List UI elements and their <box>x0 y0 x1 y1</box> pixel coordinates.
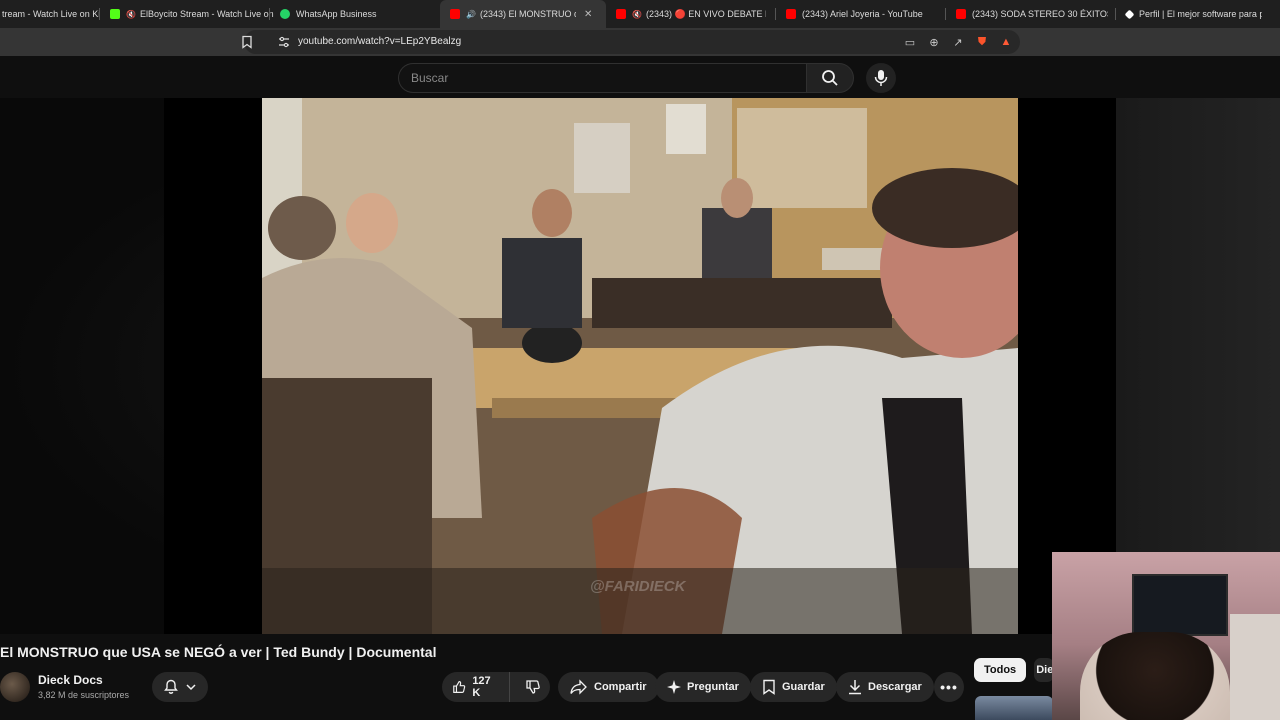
bookmark-icon[interactable] <box>240 35 254 49</box>
tab-youtube-ariel[interactable]: (2343) Ariel Joyeria - YouTube <box>776 0 946 28</box>
related-video-thumbnail[interactable] <box>975 696 1053 720</box>
video-player[interactable]: @FARIDIECK <box>0 98 1116 634</box>
ambient-panel <box>1116 98 1280 552</box>
zoom-icon[interactable]: ⊕ <box>926 34 942 50</box>
notification-bell-button[interactable] <box>152 672 208 702</box>
microphone-icon <box>874 70 888 86</box>
like-button[interactable]: 127 K <box>442 672 510 702</box>
sparkle-icon <box>667 680 681 694</box>
tab-title: Perfil | El mejor software para poten <box>1139 9 1262 19</box>
like-count: 127 K <box>472 675 491 699</box>
channel-name[interactable]: Dieck Docs <box>38 673 103 687</box>
letterbox-left <box>164 98 262 634</box>
video-frame[interactable]: @FARIDIECK <box>262 98 1018 634</box>
chevron-down-icon <box>186 684 196 691</box>
webcam-monitor <box>1132 574 1228 636</box>
url-text[interactable]: youtube.com/watch?v=LEp2YBealzg <box>298 36 461 47</box>
download-button[interactable]: Descargar <box>836 672 934 702</box>
save-label: Guardar <box>782 681 825 693</box>
tab-whatsapp[interactable]: WhatsApp Business <box>270 0 440 28</box>
share-icon[interactable]: ↗ <box>950 34 966 50</box>
audio-playing-icon[interactable]: 🔊 <box>466 10 476 19</box>
video-watermark: @FARIDIECK <box>590 578 686 595</box>
address-bar[interactable]: youtube.com/watch?v=LEp2YBealzg ▭ ⊕ ↗ ⛊ … <box>242 30 1020 54</box>
tab-youtube-soda[interactable]: (2343) SODA STEREO 30 ÉXITOS CLÁ <box>946 0 1116 28</box>
tab-title: (2343) El MONSTRUO que U <box>479 9 576 19</box>
search-input[interactable] <box>399 64 806 92</box>
tab-title: (2343) Ariel Joyeria - YouTube <box>802 9 923 19</box>
download-label: Descargar <box>868 681 922 693</box>
webcam-shelf <box>1230 614 1280 720</box>
ask-label: Preguntar <box>687 681 739 693</box>
youtube-icon <box>786 9 796 19</box>
video-scene <box>262 98 1018 634</box>
address-bar-row: youtube.com/watch?v=LEp2YBealzg ▭ ⊕ ↗ ⛊ … <box>0 28 1280 56</box>
brave-rewards-icon[interactable]: ▲ <box>998 34 1014 50</box>
webcam-overlay <box>1052 552 1280 720</box>
kick-icon <box>110 9 120 19</box>
perfil-icon <box>1124 9 1135 19</box>
close-tab-icon[interactable]: ✕ <box>584 9 592 20</box>
youtube-icon <box>616 9 626 19</box>
thumbs-up-icon <box>453 681 466 693</box>
related-filter-chips: Todos Die <box>974 658 1055 682</box>
tab-elboycito-stream[interactable]: 🔇 ElBoycito Stream - Watch Live on <box>100 0 274 28</box>
muted-icon[interactable]: 🔇 <box>632 10 642 19</box>
tab-youtube-monstruo[interactable]: 🔊 (2343) El MONSTRUO que U ✕ <box>440 0 606 28</box>
tab-kick-stream[interactable]: tream - Watch Live on Ki <box>0 0 100 28</box>
bell-icon <box>164 679 178 694</box>
search-box[interactable] <box>398 63 806 93</box>
subscriber-count: 3,82 M de suscriptores <box>38 690 130 700</box>
more-icon: ••• <box>940 679 958 695</box>
youtube-icon <box>956 9 966 19</box>
site-settings-icon[interactable] <box>278 36 290 48</box>
bookmark-save-icon <box>763 679 775 695</box>
more-actions-button[interactable]: ••• <box>934 672 964 702</box>
youtube-header <box>0 56 1280 98</box>
youtube-icon <box>450 9 460 19</box>
tab-title: ElBoycito Stream - Watch Live on <box>139 9 274 19</box>
tab-perfil[interactable]: Perfil | El mejor software para poten <box>1116 0 1270 28</box>
tab-title: tream - Watch Live on Ki <box>2 9 101 19</box>
chip-todos[interactable]: Todos <box>974 658 1027 682</box>
cast-icon[interactable]: ▭ <box>902 34 918 50</box>
thumbs-down-icon <box>526 680 540 694</box>
save-button[interactable]: Guardar <box>750 672 837 702</box>
search-button[interactable] <box>806 63 854 93</box>
search-icon <box>822 70 838 86</box>
channel-avatar[interactable] <box>0 672 30 702</box>
download-icon <box>849 680 861 695</box>
whatsapp-icon <box>280 9 290 19</box>
tab-title: WhatsApp Business <box>296 9 377 19</box>
dislike-button[interactable] <box>516 672 550 702</box>
like-dislike-group: 127 K <box>442 672 550 702</box>
video-title: El MONSTRUO que USA se NEGÓ a ver | Ted … <box>0 644 437 660</box>
webcam-person <box>1080 632 1230 720</box>
tab-title: (2343) 🔴 EN VIVO DEBATE PRES <box>645 8 766 19</box>
share-label: Compartir <box>594 681 647 693</box>
share-arrow-icon <box>570 679 587 695</box>
muted-icon[interactable]: 🔇 <box>126 10 136 19</box>
tab-youtube-debate[interactable]: 🔇 (2343) 🔴 EN VIVO DEBATE PRES <box>606 0 776 28</box>
ask-button[interactable]: Preguntar <box>655 672 751 702</box>
tab-title: (2343) SODA STEREO 30 ÉXITOS CLÁ <box>972 9 1108 19</box>
browser-tab-bar: tream - Watch Live on Ki 🔇 ElBoycito Str… <box>0 0 1280 28</box>
address-bar-actions: ▭ ⊕ ↗ ⛊ ▲ <box>902 34 1014 50</box>
share-button[interactable]: Compartir <box>558 672 659 702</box>
brave-shield-icon[interactable]: ⛊ <box>974 34 990 50</box>
voice-search-button[interactable] <box>866 63 896 93</box>
